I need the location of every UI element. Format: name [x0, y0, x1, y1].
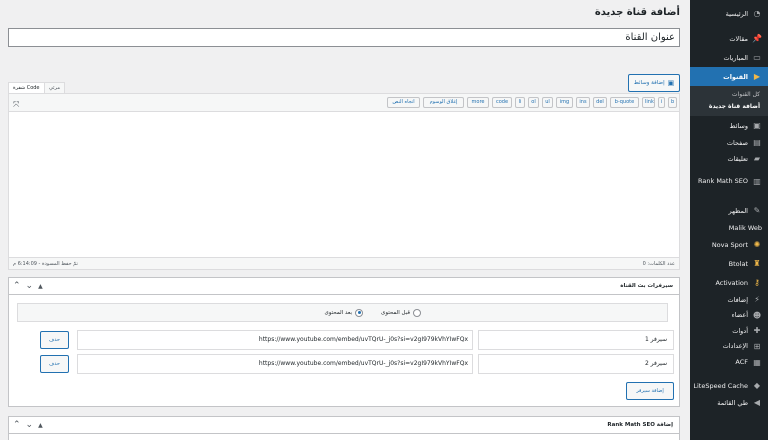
- qt-close-tags-button[interactable]: إغلاق الوسوم: [423, 97, 464, 108]
- acf-icon: ▦: [753, 357, 761, 367]
- sidebar-item-matches[interactable]: ▭ المباريات: [690, 48, 768, 67]
- sidebar-item-rank-math[interactable]: ▥ Rank Math SEO: [690, 167, 768, 195]
- server-2-url-input[interactable]: https://www.youtube.com/embed/uvTQrU-_j0…: [77, 354, 473, 374]
- sidebar-item-nova-sport[interactable]: ✺ Nova Sport: [690, 235, 768, 254]
- qt-code-button[interactable]: code: [492, 97, 512, 108]
- sidebar-item-btolat[interactable]: ♜ Btolat: [690, 254, 768, 273]
- server-2-delete-button[interactable]: حذف: [40, 355, 69, 373]
- content-position-options: قبل المحتوى بعد المحتوى: [17, 303, 668, 322]
- portfolio-icon: ▭: [753, 53, 761, 62]
- rank-math-icon: ▥: [753, 176, 761, 186]
- qt-ins-button[interactable]: ins: [576, 97, 590, 108]
- sidebar-item-tools[interactable]: ✚ أدوات: [690, 323, 768, 338]
- qt-blockquote-button[interactable]: b-quote: [610, 97, 639, 108]
- litespeed-icon: ◆: [753, 381, 761, 390]
- chevron-up-icon[interactable]: ⌃: [13, 281, 21, 291]
- admin-sidebar: ◔ الرئيسية 📌 مقالات ▭ المباريات ▶ القنوات كل…: [684, 0, 768, 440]
- pages-icon: ▤: [753, 138, 761, 147]
- add-media-button[interactable]: ▣ إضافة وسائط: [628, 74, 680, 92]
- comment-icon: ▰: [753, 154, 761, 163]
- qt-italic-button[interactable]: i: [658, 97, 665, 108]
- chevron-down-icon[interactable]: ⌄: [26, 281, 34, 291]
- channels-submenu: كل القنوات أضافة قناة جديدة: [690, 86, 768, 116]
- server-1-delete-button[interactable]: حذف: [40, 331, 69, 349]
- channel-title-input[interactable]: عنوان القناة: [8, 28, 680, 47]
- qt-ol-button[interactable]: ol: [528, 97, 539, 108]
- qt-img-button[interactable]: img: [556, 97, 573, 108]
- sidebar-item-users[interactable]: ☻ أعضاء: [690, 307, 768, 323]
- active-menu-notch: [684, 62, 690, 72]
- qt-li-button[interactable]: li: [515, 97, 525, 108]
- page-title: أضافة قناة جديدة: [594, 7, 680, 18]
- sidebar-item-posts[interactable]: 📌 مقالات: [690, 29, 768, 48]
- rank-math-metabox-title: Rank Math SEO إضافة: [607, 422, 673, 428]
- brush-icon: ✎: [753, 206, 761, 215]
- fullscreen-icon[interactable]: ⤧: [13, 100, 19, 110]
- radio-before-circle[interactable]: [413, 308, 421, 317]
- wrench-icon: ✚: [753, 326, 761, 335]
- word-count: عدد الكلمات: 0: [642, 261, 675, 267]
- collapse-icon: ◀: [753, 398, 761, 407]
- pin-icon: 📌: [752, 34, 762, 43]
- sidebar-item-appearance[interactable]: ✎ المظهر: [690, 201, 768, 220]
- add-server-button[interactable]: إضافة سيرفر: [626, 382, 674, 400]
- sidebar-collapse-menu[interactable]: ◀ طي القائمة: [690, 395, 768, 410]
- toggle-arrow-icon[interactable]: ▲: [38, 283, 43, 291]
- qt-ul-button[interactable]: ul: [542, 97, 553, 108]
- servers-metabox: سيرفرات بث القناة ⌃ ⌄ ▲ قبل المحتوى بعد …: [8, 277, 680, 407]
- server-2-label-input[interactable]: سيرفر 2: [478, 354, 674, 374]
- qt-link-button[interactable]: link: [642, 97, 655, 108]
- play-icon: ▶: [753, 72, 761, 81]
- plugin-icon: ⚡: [754, 295, 760, 304]
- settings-icon: ⊞: [753, 341, 761, 351]
- trophy-icon: ♜: [753, 259, 761, 268]
- sidebar-item-plugins[interactable]: ⚡ إضافات: [690, 292, 768, 307]
- tab-code[interactable]: شفرة Code: [8, 82, 45, 93]
- sidebar-item-comments[interactable]: ▰ تعليقات: [690, 150, 768, 167]
- media-icon: ▣: [667, 79, 675, 87]
- gear-icon: ✺: [753, 240, 761, 249]
- radio-after-content[interactable]: بعد المحتوى: [324, 308, 364, 317]
- draft-saved-status: تمّ حفظ المسودة - 6:14:09 م: [13, 261, 78, 267]
- sidebar-item-litespeed[interactable]: ◆ LiteSpeed Cache: [690, 376, 768, 395]
- chevron-down-icon[interactable]: ⌄: [26, 420, 34, 430]
- sidebar-item-channels[interactable]: ▶ القنوات: [690, 67, 768, 86]
- editor-toolbar: ⤧ b i link b-quote del ins img ul ol li …: [9, 94, 679, 112]
- chevron-up-icon[interactable]: ⌃: [13, 420, 21, 430]
- sidebar-item-settings[interactable]: ⊞ الإعدادات: [690, 338, 768, 354]
- servers-metabox-title: سيرفرات بث القناة: [620, 283, 673, 289]
- radio-before-content[interactable]: قبل المحتوى: [381, 308, 421, 317]
- editor-status-bar: عدد الكلمات: 0 تمّ حفظ المسودة - 6:14:09…: [9, 257, 679, 269]
- rank-math-metabox: Rank Math SEO إضافة ⌃ ⌄ ▲: [8, 416, 680, 440]
- content-editor[interactable]: ⤧ b i link b-quote del ins img ul ol li …: [8, 93, 680, 270]
- server-1-label-input[interactable]: سيرفر 1: [478, 330, 674, 350]
- sidebar-item-pages[interactable]: ▤ صفحات: [690, 135, 768, 150]
- sidebar-item-activation[interactable]: ⚷ Activation: [690, 273, 768, 292]
- user-icon: ☻: [752, 310, 762, 320]
- tab-visual[interactable]: مرئي: [44, 82, 65, 93]
- qt-more-button[interactable]: more: [467, 97, 489, 108]
- qt-text-direction-button[interactable]: اتجاه النص: [387, 97, 420, 108]
- sidebar-item-acf[interactable]: ▦ ACF: [690, 354, 768, 370]
- sidebar-item-dashboard[interactable]: ◔ الرئيسية: [690, 4, 768, 23]
- media-icon: ▣: [753, 121, 761, 130]
- submenu-all-channels[interactable]: كل القنوات: [690, 89, 768, 101]
- servers-metabox-header: سيرفرات بث القناة ⌃ ⌄ ▲: [9, 278, 679, 295]
- rank-math-metabox-header: Rank Math SEO إضافة ⌃ ⌄ ▲: [9, 417, 679, 434]
- sidebar-item-media[interactable]: ▣ وسائط: [690, 116, 768, 135]
- qt-del-button[interactable]: del: [593, 97, 607, 108]
- sidebar-item-malik-web[interactable]: Malik Web: [690, 220, 768, 235]
- qt-bold-button[interactable]: b: [668, 97, 677, 108]
- server-1-url-input[interactable]: https://www.youtube.com/embed/uvTQrU-_j0…: [77, 330, 473, 350]
- dashboard-icon: ◔: [753, 9, 761, 18]
- submenu-add-channel[interactable]: أضافة قناة جديدة: [690, 101, 768, 113]
- toggle-arrow-icon[interactable]: ▲: [38, 422, 43, 430]
- key-icon: ⚷: [754, 278, 760, 287]
- radio-after-circle[interactable]: [355, 308, 364, 317]
